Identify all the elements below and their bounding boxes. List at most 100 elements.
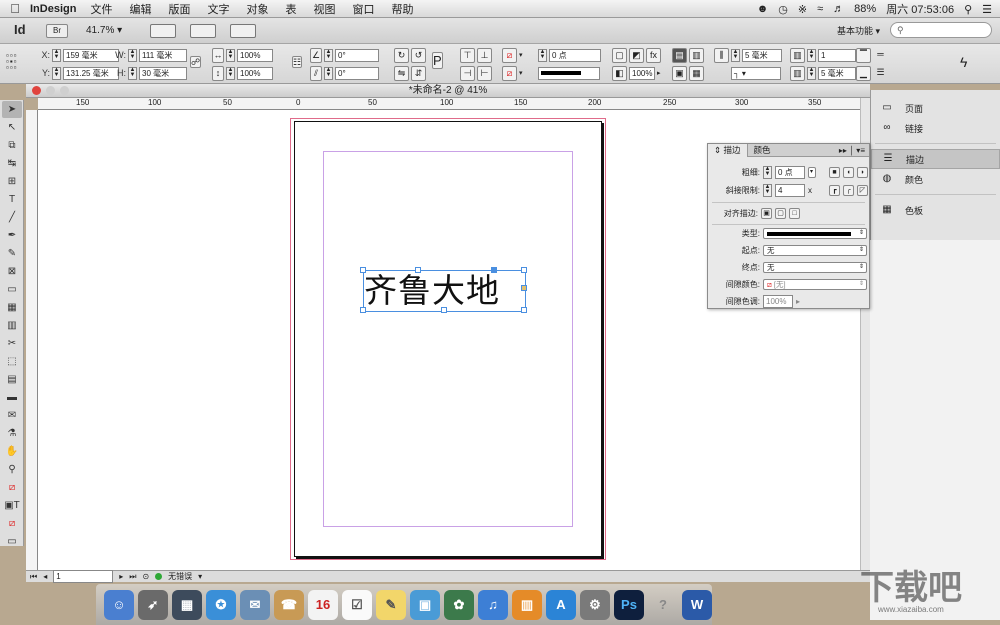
bluetooth-icon[interactable]: ※ [798, 3, 807, 16]
handle-top-mid[interactable] [491, 267, 497, 273]
scale-y-stepper[interactable]: ▲ ▼ [226, 66, 235, 80]
frame-columns-field[interactable]: 1 [818, 48, 856, 62]
wrap-jump-icon[interactable]: ▦ [689, 65, 704, 81]
menu-object[interactable]: 对象 [246, 1, 268, 17]
prev-page-icon[interactable]: ◂ [43, 572, 47, 581]
scale-x-field[interactable]: 100% [237, 48, 273, 62]
shear-stepper[interactable]: ▲ ▼ [324, 66, 333, 80]
preview-icon[interactable]: ▣ [410, 589, 440, 620]
wrap-shape-icon[interactable]: ▣ [672, 65, 687, 81]
app-menu[interactable]: InDesign [30, 3, 76, 15]
workspace-switcher[interactable]: 基本功能 ▾ [837, 24, 880, 37]
gradient-feather-tool-icon[interactable]: ▬ [2, 389, 22, 406]
fill-none-icon[interactable]: ⧄ [502, 47, 517, 63]
pen-tool-icon[interactable]: ✒ [2, 227, 22, 244]
align-top-icon[interactable]: ▔ [856, 47, 871, 63]
align-center-stroke-icon[interactable]: ▣ [761, 208, 772, 219]
page-tool-icon[interactable]: ⧉ [2, 137, 22, 154]
gradient-swatch-tool-icon[interactable]: ▤ [2, 371, 22, 388]
h-stepper[interactable]: ▲ ▼ [128, 66, 137, 80]
scissors-tool-icon[interactable]: ✂ [2, 335, 22, 352]
join-bevel-icon[interactable]: ◸ [857, 185, 868, 196]
photoshop-icon[interactable]: Ps [614, 589, 644, 620]
reminders-icon[interactable]: ☑ [342, 589, 372, 620]
direct-selection-tool-icon[interactable]: ↖ [2, 119, 22, 136]
rotate-stepper[interactable]: ▲ ▼ [324, 48, 333, 62]
miter-stepper[interactable]: ▲ ▼ [763, 184, 772, 197]
text-frame-content[interactable]: 齐鲁大地 [364, 271, 500, 311]
vertical-grid-tool-icon[interactable]: ▥ [2, 317, 22, 334]
help-search-input[interactable]: ⚲ [890, 22, 992, 38]
flip-vertical-icon[interactable]: ⇵ [411, 65, 426, 81]
gap-color-select[interactable]: ⧄ [无] ⇕ [763, 279, 867, 290]
constrain-proportions-icon[interactable]: ☍ [190, 56, 202, 68]
pencil-tool-icon[interactable]: ✎ [2, 245, 22, 262]
launchpad-icon[interactable]: ➶ [138, 589, 168, 620]
gap-tint-dropdown-icon[interactable]: ▸ [796, 297, 800, 306]
view-options-button[interactable] [150, 23, 176, 38]
vertical-ruler[interactable] [26, 110, 38, 570]
menu-edit[interactable]: 编辑 [129, 1, 151, 17]
free-transform-tool-icon[interactable]: ⬚ [2, 353, 22, 370]
menu-help[interactable]: 帮助 [391, 1, 413, 17]
formatting-affects-icon[interactable]: ▣T [2, 497, 22, 514]
mail-icon[interactable]: ✉ [240, 589, 270, 620]
stroke-none-icon[interactable]: ⧄ [502, 65, 517, 81]
gap-tool-icon[interactable]: ↹ [2, 155, 22, 172]
itunes-icon[interactable]: ♫ [478, 589, 508, 620]
text-frame[interactable]: 齐鲁大地 [360, 267, 527, 313]
select-previous-icon[interactable]: ⊣ [460, 65, 475, 81]
ibooks-icon[interactable]: ▥ [512, 589, 542, 620]
lightning-icon[interactable]: ϟ [960, 54, 967, 70]
select-next-icon[interactable]: ⊢ [477, 65, 492, 81]
content-collector-icon[interactable]: ⊞ [2, 173, 22, 190]
eyedropper-tool-icon[interactable]: ⚗ [2, 425, 22, 442]
menu-view[interactable]: 视图 [313, 1, 335, 17]
columns-stepper[interactable]: ▲ ▼ [731, 48, 740, 62]
join-miter-icon[interactable]: ┏ [829, 185, 840, 196]
cap-projecting-icon[interactable]: ◗ [857, 167, 868, 178]
bridge-button[interactable]: Br [46, 23, 68, 38]
spotlight-icon[interactable]: ⚲ [964, 3, 972, 16]
select-container-icon[interactable]: ⊤ [460, 47, 475, 63]
finder-icon[interactable]: ☺ [104, 589, 134, 620]
align-inside-stroke-icon[interactable]: ▢ [775, 208, 786, 219]
volume-icon[interactable]: ♬ [833, 3, 844, 15]
calendar-icon[interactable]: 16 [308, 589, 338, 620]
hand-tool-icon[interactable]: ✋ [2, 443, 22, 460]
menu-table[interactable]: 表 [285, 1, 296, 17]
notification-icon[interactable]: ☰ [982, 3, 992, 16]
dock-item-pages[interactable]: ▭ 页面 [871, 98, 1000, 118]
end-select[interactable]: 无 ⇕ [763, 262, 867, 273]
align-center-icon[interactable]: ═ [873, 48, 888, 63]
fx-icon[interactable]: fx [646, 47, 661, 63]
wifi-icon[interactable]: ≈ [817, 3, 823, 15]
handle-bottom-right[interactable] [521, 307, 527, 313]
handle-top-left[interactable] [360, 267, 366, 273]
align-bottom-icon[interactable]: ▁ [856, 65, 871, 81]
height-field[interactable]: 30 毫米 [139, 66, 187, 80]
battery-label[interactable]: 88% [854, 3, 876, 15]
line-tool-icon[interactable]: ╱ [2, 209, 22, 226]
y-stepper[interactable]: ▲ ▼ [52, 66, 61, 80]
link-scale-icon[interactable]: ☷ [292, 56, 303, 68]
menu-file[interactable]: 文件 [90, 1, 112, 17]
selection-tool-icon[interactable]: ➤ [2, 101, 22, 118]
corner-option-dropdown[interactable]: ┐ ▾ [731, 66, 781, 80]
menu-window[interactable]: 窗口 [352, 1, 374, 17]
dock-item-stroke[interactable]: ☰ 描边 [871, 149, 1000, 169]
screen-mode-icon[interactable]: ▭ [2, 533, 22, 550]
frame-gutter-field[interactable]: 5 毫米 [818, 66, 856, 80]
opacity-dropdown-icon[interactable]: ▸ [657, 69, 661, 77]
start-select[interactable]: 无 ⇕ [763, 245, 867, 256]
handle-bottom-mid[interactable] [441, 307, 447, 313]
horizontal-ruler[interactable]: 150 100 50 0 50 100 150 200 250 300 350 [38, 98, 860, 110]
wrap-none-icon[interactable]: ▤ [672, 47, 687, 63]
rectangle-tool-icon[interactable]: ▭ [2, 281, 22, 298]
panel-collapse-icon[interactable]: ▸▸ │ ▾≡ [839, 146, 869, 155]
tab-stroke[interactable]: ⇕ 描边 [708, 143, 748, 157]
align-justify-icon[interactable]: ☰ [873, 66, 888, 81]
first-page-icon[interactable]: ⏮ [30, 572, 37, 582]
cap-round-icon[interactable]: ◖ [843, 167, 854, 178]
menu-type[interactable]: 文字 [207, 1, 229, 17]
